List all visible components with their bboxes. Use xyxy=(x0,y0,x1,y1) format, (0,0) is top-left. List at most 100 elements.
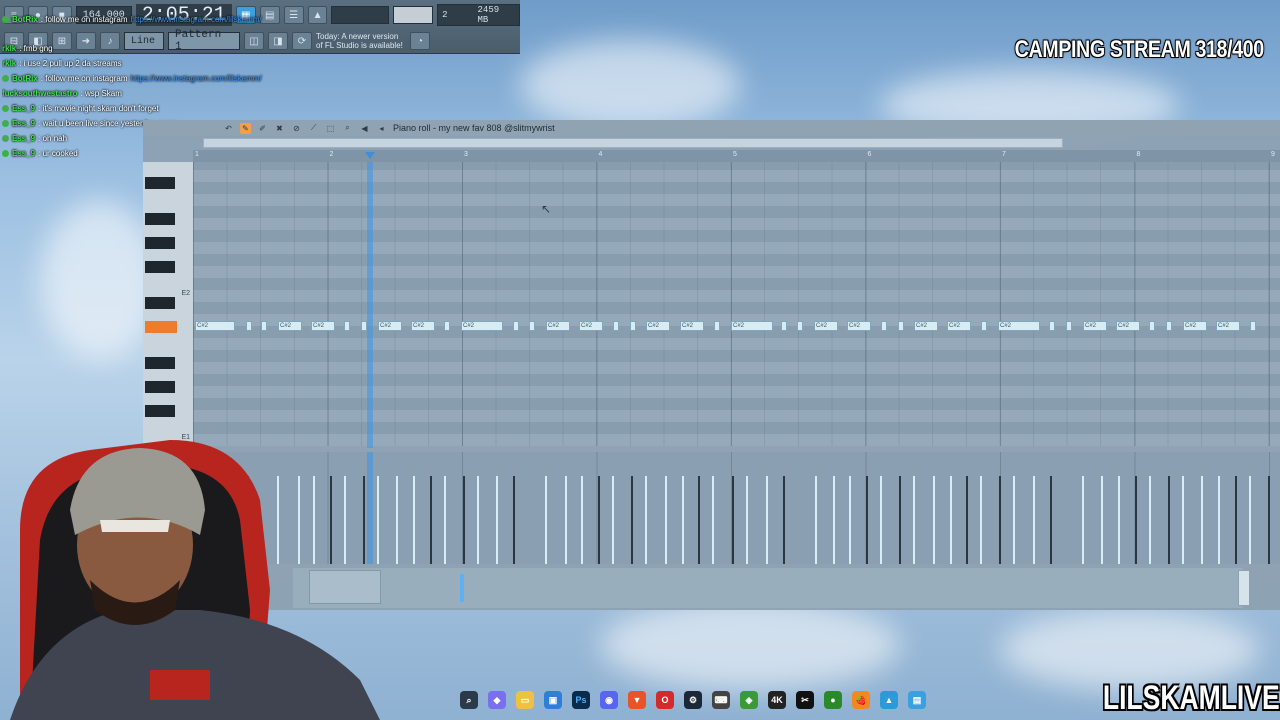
note[interactable] xyxy=(1066,321,1072,331)
note[interactable]: C#2 xyxy=(411,321,435,331)
velocity-bar[interactable] xyxy=(1201,476,1203,564)
app-icon[interactable]: ▲ xyxy=(880,691,898,709)
note-grid[interactable] xyxy=(193,162,1280,446)
timeline-ruler[interactable]: 1 2 3 4 5 6 7 8 9 xyxy=(193,150,1280,162)
velocity-bar[interactable] xyxy=(766,476,768,564)
zoom-slider[interactable] xyxy=(1238,570,1250,606)
velocity-bar[interactable] xyxy=(1118,476,1120,564)
note[interactable] xyxy=(261,321,267,331)
xbox-icon[interactable]: ● xyxy=(824,691,842,709)
note[interactable]: C#2 xyxy=(378,321,402,331)
piano-key[interactable] xyxy=(145,357,175,369)
note[interactable] xyxy=(529,321,535,331)
game-icon[interactable]: ◈ xyxy=(740,691,758,709)
note[interactable] xyxy=(1166,321,1172,331)
velocity-bar[interactable] xyxy=(933,476,935,564)
undo-icon[interactable]: ↶ xyxy=(223,123,234,134)
note[interactable] xyxy=(613,321,619,331)
photoshop-icon[interactable]: Ps xyxy=(572,691,590,709)
velocity-bar[interactable] xyxy=(477,476,479,564)
velocity-bar[interactable] xyxy=(866,476,868,564)
delete-icon[interactable]: ✖ xyxy=(274,123,285,134)
note[interactable]: C#2 xyxy=(195,321,235,331)
note[interactable]: C#2 xyxy=(646,321,670,331)
note[interactable] xyxy=(513,321,519,331)
note[interactable]: C#2 xyxy=(998,321,1040,331)
note[interactable]: C#2 xyxy=(278,321,302,331)
piano-key[interactable] xyxy=(145,381,175,393)
velocity-bar[interactable] xyxy=(950,476,952,564)
capcut-icon[interactable]: ✂ xyxy=(796,691,814,709)
piano-key[interactable] xyxy=(145,297,175,309)
velocity-bar[interactable] xyxy=(712,476,714,564)
velocity-bar[interactable] xyxy=(1050,476,1052,564)
velocity-bar[interactable] xyxy=(430,476,432,564)
velocity-bar[interactable] xyxy=(1218,476,1220,564)
note[interactable] xyxy=(797,321,803,331)
fl-studio-icon[interactable]: 🍓 xyxy=(852,691,870,709)
news-icon[interactable]: ◔ xyxy=(410,32,430,50)
note[interactable] xyxy=(344,321,350,331)
active-piano-key[interactable] xyxy=(145,321,177,333)
copilot-icon[interactable]: ◆ xyxy=(488,691,506,709)
note[interactable]: C#2 xyxy=(814,321,838,331)
chat-link[interactable]: https://www.instagram.com/lilskamm/ xyxy=(130,74,261,83)
piano-key[interactable] xyxy=(145,261,175,273)
steam-icon[interactable]: ⚙ xyxy=(684,691,702,709)
piano-keyboard[interactable]: E2 E1 xyxy=(143,162,193,446)
velocity-bar[interactable] xyxy=(665,476,667,564)
velocity-bar[interactable] xyxy=(598,476,600,564)
note[interactable]: C#2 xyxy=(680,321,704,331)
velocity-bar[interactable] xyxy=(645,476,647,564)
note[interactable] xyxy=(981,321,987,331)
note[interactable]: C#2 xyxy=(731,321,773,331)
note[interactable]: C#2 xyxy=(546,321,570,331)
note[interactable]: C#2 xyxy=(1083,321,1107,331)
notepad-icon[interactable]: ▤ xyxy=(908,691,926,709)
piano-key[interactable] xyxy=(145,405,175,417)
note[interactable] xyxy=(781,321,787,331)
chat-link[interactable]: https://www.instagram.com/lilskamm/ xyxy=(130,15,261,24)
search-icon[interactable]: ⌕ xyxy=(460,691,478,709)
note[interactable]: C#2 xyxy=(1216,321,1240,331)
velocity-bar[interactable] xyxy=(913,476,915,564)
velocity-bar[interactable] xyxy=(1182,476,1184,564)
note[interactable]: C#2 xyxy=(847,321,871,331)
velocity-bar[interactable] xyxy=(880,476,882,564)
note[interactable] xyxy=(1250,321,1256,331)
velocity-bar[interactable] xyxy=(444,476,446,564)
note[interactable] xyxy=(444,321,450,331)
velocity-bar[interactable] xyxy=(783,476,785,564)
velocity-bar[interactable] xyxy=(1168,476,1170,564)
velocity-bar[interactable] xyxy=(1135,476,1137,564)
note[interactable]: C#2 xyxy=(947,321,971,331)
note[interactable] xyxy=(881,321,887,331)
velocity-bar[interactable] xyxy=(999,476,1001,564)
velocity-bar[interactable] xyxy=(1268,476,1270,564)
velocity-bar[interactable] xyxy=(513,476,515,564)
mute-icon[interactable]: ⊘ xyxy=(291,123,302,134)
note[interactable]: C#2 xyxy=(914,321,938,331)
note[interactable]: C#2 xyxy=(311,321,335,331)
event-scrollbar[interactable] xyxy=(293,568,1243,608)
note[interactable] xyxy=(714,321,720,331)
store-icon[interactable]: ▣ xyxy=(544,691,562,709)
velocity-bar[interactable] xyxy=(1082,476,1084,564)
velocity-bar[interactable] xyxy=(545,476,547,564)
note[interactable] xyxy=(361,321,367,331)
velocity-bar[interactable] xyxy=(1101,476,1103,564)
note[interactable] xyxy=(246,321,252,331)
note[interactable] xyxy=(1049,321,1055,331)
arrow-icon[interactable]: ◂ xyxy=(376,123,387,134)
velocity-bar[interactable] xyxy=(815,476,817,564)
keyboard-icon[interactable]: ⌨ xyxy=(712,691,730,709)
paint-icon[interactable]: ✐ xyxy=(257,123,268,134)
velocity-bar[interactable] xyxy=(682,476,684,564)
velocity-bar[interactable] xyxy=(849,476,851,564)
piano-key[interactable] xyxy=(145,177,175,189)
note[interactable]: C#2 xyxy=(579,321,603,331)
zoom-icon[interactable]: ⌕ xyxy=(342,123,353,134)
slice-icon[interactable]: ⟋ xyxy=(308,123,319,134)
note[interactable] xyxy=(898,321,904,331)
velocity-bar[interactable] xyxy=(966,476,968,564)
